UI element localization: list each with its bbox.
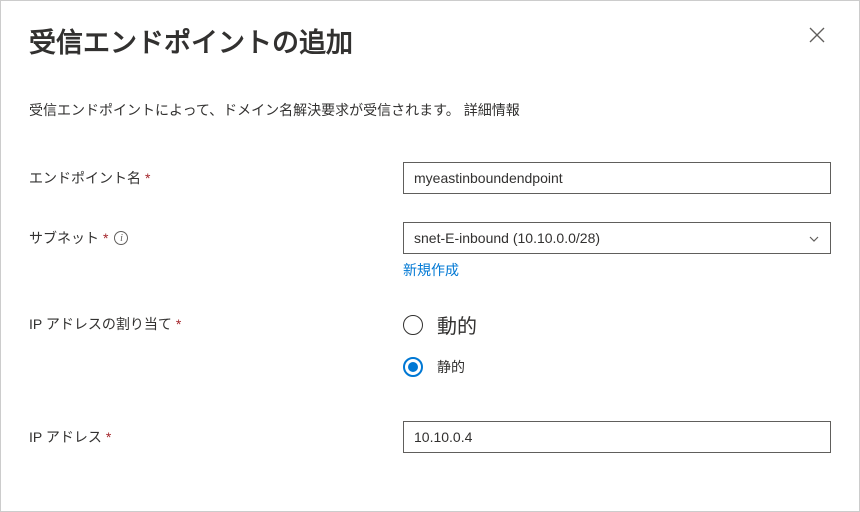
ip-address-input[interactable] <box>403 421 831 453</box>
radio-option-static[interactable]: 静的 <box>403 357 831 377</box>
required-asterisk: * <box>145 170 150 186</box>
radio-circle-icon <box>403 315 423 335</box>
radio-label-static: 静的 <box>437 357 465 377</box>
radio-circle-selected-icon <box>403 357 423 377</box>
subnet-label: サブネット* <box>29 228 108 248</box>
info-icon[interactable]: i <box>114 231 128 245</box>
create-new-subnet-link[interactable]: 新規作成 <box>403 260 459 280</box>
ip-allocation-radio-group: 動的 静的 <box>403 308 831 377</box>
ip-address-label: IP アドレス* <box>29 427 111 447</box>
ip-allocation-label: IP アドレスの割り当て* <box>29 314 181 334</box>
endpoint-name-input[interactable] <box>403 162 831 194</box>
radio-dot-icon <box>408 362 418 372</box>
required-asterisk: * <box>176 316 181 332</box>
required-asterisk: * <box>103 230 108 246</box>
description-text: 受信エンドポイントによって、ドメイン名解決要求が受信されます。 詳細情報 <box>29 100 831 120</box>
required-asterisk: * <box>106 429 111 445</box>
radio-option-dynamic[interactable]: 動的 <box>403 310 831 339</box>
description-body: 受信エンドポイントによって、ドメイン名解決要求が受信されます。 <box>29 100 460 120</box>
close-button[interactable] <box>803 21 831 53</box>
subnet-dropdown[interactable]: snet-E-inbound (10.10.0.0/28) <box>403 222 831 254</box>
endpoint-name-label: エンドポイント名* <box>29 168 150 188</box>
chevron-down-icon <box>808 232 820 244</box>
close-icon <box>809 27 825 43</box>
subnet-dropdown-value: snet-E-inbound (10.10.0.0/28) <box>414 230 600 246</box>
radio-label-dynamic: 動的 <box>437 310 477 339</box>
learn-more-link[interactable]: 詳細情報 <box>464 100 520 120</box>
page-title: 受信エンドポイントの追加 <box>29 21 353 60</box>
